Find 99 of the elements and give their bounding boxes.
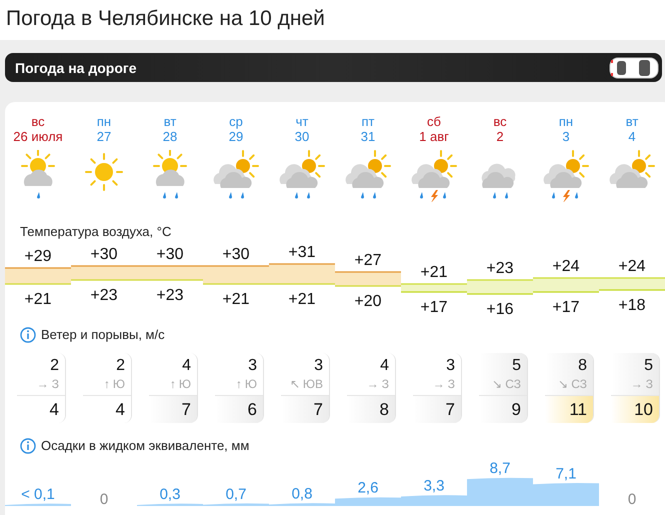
precipitation-value: 7,1 xyxy=(556,465,576,482)
gust-speed: 7 xyxy=(446,400,455,420)
min-temperature: +17 xyxy=(552,299,580,316)
precipitation-value: 0 xyxy=(628,491,636,508)
info-icon[interactable] xyxy=(20,327,36,343)
wind-direction: СЗ xyxy=(505,376,521,392)
weekday-label: чт xyxy=(296,114,308,129)
wind-speed: 4 xyxy=(380,356,389,376)
min-temperature: +23 xyxy=(156,287,184,304)
wind-speed: 3 xyxy=(248,356,257,376)
min-temperature: +21 xyxy=(24,291,52,308)
min-temperature: +23 xyxy=(90,287,118,304)
min-temperature: +16 xyxy=(486,301,514,318)
gust-speed: 9 xyxy=(512,400,521,420)
wind-direction: З xyxy=(52,376,59,392)
gust-speed: 6 xyxy=(248,400,257,420)
min-temperature: +20 xyxy=(354,293,382,310)
gust-speed: 7 xyxy=(314,400,323,420)
wind-speed: 8 xyxy=(578,356,587,376)
wind-direction: СЗ xyxy=(571,376,587,392)
wind-direction: ЮВ xyxy=(302,376,323,392)
direction-arrow: ↑ xyxy=(170,376,176,392)
max-temperature: +30 xyxy=(156,246,184,263)
gust-speed: 4 xyxy=(116,400,125,420)
weekday-label: пн xyxy=(96,114,112,129)
weekday-label: ср xyxy=(229,114,243,129)
max-temperature: +21 xyxy=(420,264,448,281)
precipitation-value: 0 xyxy=(100,491,108,508)
date-label: 29 xyxy=(228,129,244,144)
weekday-label: пн xyxy=(558,114,574,129)
date-label: 1 авг xyxy=(419,129,449,144)
max-temperature: +30 xyxy=(90,246,118,263)
direction-arrow: ↖ xyxy=(290,376,300,392)
max-temperature: +23 xyxy=(486,260,514,277)
section-title: Ветер и порывы, м/с xyxy=(41,326,165,344)
date-label: 27 xyxy=(96,129,112,144)
wind-direction: Ю xyxy=(178,376,191,392)
wind-speed: 5 xyxy=(644,356,653,376)
date-label: 28 xyxy=(162,129,178,144)
gust-speed: 8 xyxy=(380,400,389,420)
wind-speed: 3 xyxy=(446,356,455,376)
direction-arrow: → xyxy=(432,376,445,392)
date-label: 2 xyxy=(496,129,504,144)
weekday-label: сб xyxy=(427,114,441,129)
min-temperature: +21 xyxy=(222,291,250,308)
precipitation-value: 2,6 xyxy=(358,480,378,497)
direction-arrow: → xyxy=(630,376,643,392)
date-label: 30 xyxy=(294,129,310,144)
wind-direction: З xyxy=(382,376,389,392)
weekday-label: вс xyxy=(493,114,507,129)
direction-arrow: → xyxy=(36,376,49,392)
wind-speed: 4 xyxy=(182,356,191,376)
section-title: Температура воздуха, °C xyxy=(19,223,172,241)
gust-speed: 11 xyxy=(569,400,587,420)
gust-speed: 10 xyxy=(634,400,653,420)
date-label: 26 июля xyxy=(13,129,63,144)
precipitation-value: < 0,1 xyxy=(21,486,55,503)
min-temperature: +17 xyxy=(420,299,448,316)
page-title: Погода в Челябинске на 10 дней xyxy=(0,0,665,40)
min-temperature: +18 xyxy=(618,297,646,314)
weekday-label: вт xyxy=(626,114,638,129)
precipitation-value: 0,7 xyxy=(226,486,246,503)
min-temperature: +21 xyxy=(288,291,316,308)
precipitation-value: 8,7 xyxy=(490,460,510,478)
gust-speed: 4 xyxy=(50,400,59,420)
date-label: 3 xyxy=(562,129,570,144)
wind-direction: Ю xyxy=(112,376,125,392)
road-weather-banner[interactable]: Погода на дороге xyxy=(5,53,662,82)
gust-speed: 7 xyxy=(182,400,191,420)
direction-arrow: ↑ xyxy=(236,376,242,392)
direction-arrow: → xyxy=(366,376,379,392)
section-title: Осадки в жидком эквиваленте, мм xyxy=(41,437,250,455)
wind-direction: З xyxy=(646,376,653,392)
weekday-label: вс xyxy=(31,114,45,129)
direction-arrow: ↘ xyxy=(558,376,568,392)
wind-speed: 3 xyxy=(314,356,323,376)
wind-speed: 2 xyxy=(116,356,125,376)
max-temperature: +31 xyxy=(288,244,316,261)
max-temperature: +24 xyxy=(552,258,580,275)
precipitation-value: 0,8 xyxy=(292,485,312,502)
car-icon xyxy=(609,56,659,80)
weekday-label: вт xyxy=(164,114,176,129)
max-temperature: +27 xyxy=(354,252,382,269)
precipitation-value: 3,3 xyxy=(424,477,444,494)
info-icon[interactable] xyxy=(20,438,36,454)
weekday-label: пт xyxy=(362,114,374,129)
date-label: 31 xyxy=(360,129,376,144)
wind-speed: 2 xyxy=(50,356,59,376)
wind-direction: Ю xyxy=(244,376,257,392)
precipitation-value: 0,3 xyxy=(160,486,180,503)
wind-direction: З xyxy=(448,376,455,392)
max-temperature: +24 xyxy=(618,258,646,275)
direction-arrow: ↘ xyxy=(492,376,502,392)
banner-label: Погода на дороге xyxy=(15,60,136,76)
wind-speed: 5 xyxy=(512,356,521,376)
date-label: 4 xyxy=(628,129,636,144)
direction-arrow: ↑ xyxy=(104,376,110,392)
max-temperature: +29 xyxy=(24,248,52,265)
max-temperature: +30 xyxy=(222,246,250,263)
